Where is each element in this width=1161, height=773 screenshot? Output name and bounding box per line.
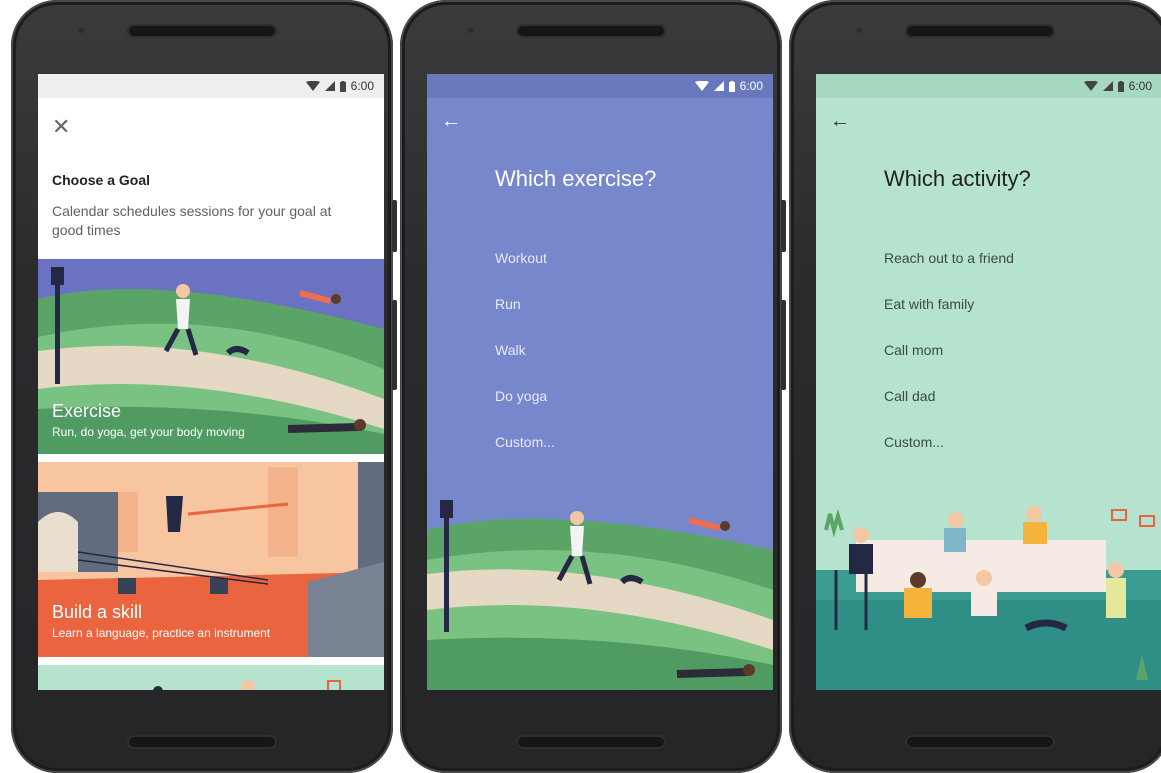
battery-icon [339,80,346,92]
page-description: Calendar schedules sessions for your goa… [52,203,332,238]
status-time: 6:00 [739,79,763,93]
status-time: 6:00 [350,79,374,93]
volume-button [781,200,786,252]
family-illustration-partial [153,680,341,690]
earpiece-speaker [127,24,277,38]
screen-choose-goal: 6:00 ✕ Choose a Goal Calendar schedules … [38,74,384,690]
screen-which-exercise: 6:00 ← Which exercise? Workout Run Walk … [427,74,773,690]
earpiece-speaker [516,24,666,38]
signal-icon [713,81,724,91]
card-title: Build a skill [52,602,143,622]
signal-icon [1102,81,1113,91]
option-workout[interactable]: Workout [495,248,555,294]
option-custom[interactable]: Custom... [884,432,1014,478]
bottom-speaker [127,735,277,749]
option-call-dad[interactable]: Call dad [884,386,1014,432]
status-bar: 6:00 [816,74,1161,98]
option-walk[interactable]: Walk [495,340,555,386]
option-run[interactable]: Run [495,294,555,340]
question-title: Which exercise? [495,166,657,191]
screen-which-activity: 6:00 ← Which activity? Reach out to a fr… [816,74,1161,690]
exercise-illustration [427,500,773,690]
status-bar: 6:00 [427,74,773,98]
bottom-speaker [516,735,666,749]
signal-icon [324,81,335,91]
card-subtitle: Learn a language, practice an instrument [52,626,271,640]
earpiece-speaker [905,24,1055,38]
close-icon: ✕ [52,114,71,139]
exercise-options: Workout Run Walk Do yoga Custom... [495,248,555,478]
phone-goal: 6:00 ✕ Choose a Goal Calendar schedules … [11,0,397,773]
back-button[interactable]: ← [441,110,461,133]
option-eat-with-family[interactable]: Eat with family [884,294,1014,340]
page-title: Choose a Goal [52,172,151,188]
bottom-speaker [905,735,1055,749]
power-button [392,300,397,390]
goal-card-exercise[interactable]: Exercise Run, do yoga, get your body mov… [38,259,384,454]
wifi-icon [305,81,320,91]
battery-icon [728,80,735,92]
goal-card-build-skill[interactable]: Build a skill Learn a language, practice… [38,462,384,657]
back-button[interactable]: ← [830,110,850,133]
family-dinner-illustration [816,506,1161,690]
camera [77,26,86,35]
phone-exercise: 6:00 ← Which exercise? Workout Run Walk … [400,0,786,773]
activity-options: Reach out to a friend Eat with family Ca… [884,248,1014,478]
wifi-icon [1083,81,1098,91]
status-bar: 6:00 [38,74,384,98]
goal-card-partial[interactable] [38,665,384,690]
card-title: Exercise [52,401,122,421]
question-title: Which activity? [884,166,1031,191]
option-call-mom[interactable]: Call mom [884,340,1014,386]
close-button[interactable]: ✕ [52,114,70,140]
arrow-back-icon: ← [441,110,461,132]
status-time: 6:00 [1128,79,1152,93]
option-reach-out-friend[interactable]: Reach out to a friend [884,248,1014,294]
wifi-icon [694,81,709,91]
card-subtitle: Run, do yoga, get your body moving [52,425,245,439]
arrow-back-icon: ← [830,110,850,132]
option-do-yoga[interactable]: Do yoga [495,386,555,432]
camera [466,26,475,35]
volume-button [392,200,397,252]
battery-icon [1117,80,1124,92]
power-button [781,300,786,390]
camera [855,26,864,35]
option-custom[interactable]: Custom... [495,432,555,478]
phone-activity: 6:00 ← Which activity? Reach out to a fr… [789,0,1161,773]
